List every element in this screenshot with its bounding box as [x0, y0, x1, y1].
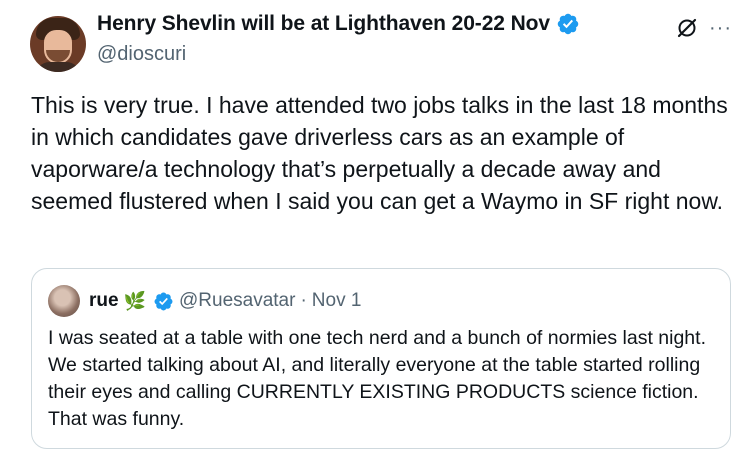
author-avatar[interactable]: [30, 16, 86, 72]
more-options-icon[interactable]: ···: [709, 18, 732, 38]
tweet-text: This is very true. I have attended two j…: [31, 92, 728, 214]
author-name-row: Henry Shevlin will be at Lighthaven 20-2…: [97, 12, 580, 36]
tweet-actions: ···: [675, 16, 732, 40]
avatar-shirt: [34, 62, 82, 72]
quoted-author-avatar[interactable]: [48, 285, 80, 317]
quoted-tweet-card[interactable]: rue 🌿 @Ruesavatar · Nov 1 I was seated a…: [31, 268, 731, 449]
separator-dot: ·: [300, 290, 307, 311]
herb-emoji: 🌿: [123, 290, 146, 311]
verified-badge-icon: [557, 13, 579, 35]
quoted-author-handle[interactable]: @Ruesavatar: [179, 290, 295, 312]
quoted-tweet-header: rue 🌿 @Ruesavatar · Nov 1: [48, 285, 361, 317]
grok-slash-icon[interactable]: [675, 16, 699, 40]
quoted-verified-badge-icon: [154, 292, 173, 310]
quoted-tweet-text: I was seated at a table with one tech ne…: [48, 327, 706, 430]
quoted-tweet-date[interactable]: Nov 1: [312, 290, 362, 312]
author-handle[interactable]: @dioscuri: [97, 43, 186, 66]
author-display-name[interactable]: Henry Shevlin will be at Lighthaven 20-2…: [97, 12, 550, 36]
quoted-author-name[interactable]: rue: [89, 290, 119, 312]
